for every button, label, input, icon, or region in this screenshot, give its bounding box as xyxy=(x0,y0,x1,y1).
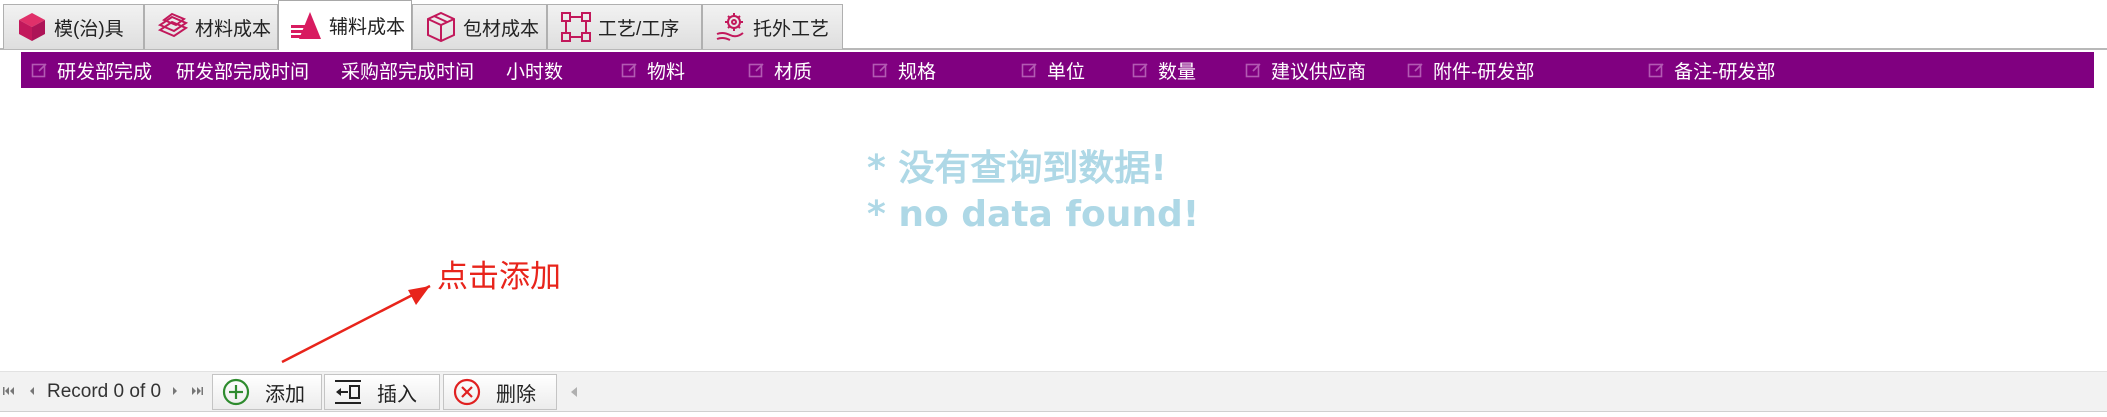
column-label: 建议供应商 xyxy=(1271,61,1367,83)
tab-label: 模(治)具 xyxy=(54,18,124,40)
first-record-icon xyxy=(3,387,14,395)
add-button[interactable]: 添加 xyxy=(212,374,322,410)
tab-packaging-cost[interactable]: 包材成本 xyxy=(412,4,547,49)
empty-message-line-cn: * 没有查询到数据! xyxy=(867,148,1167,189)
last-record-icon xyxy=(192,387,203,395)
edit-icon xyxy=(1021,61,1039,79)
column-header-quantity[interactable]: 数量 xyxy=(1132,52,1196,88)
edit-icon xyxy=(1245,61,1263,79)
add-button-label: 添加 xyxy=(265,383,305,406)
scroll-left-icon[interactable] xyxy=(568,384,580,400)
column-header-texture[interactable]: 材质 xyxy=(748,52,812,88)
edit-icon xyxy=(621,61,639,79)
column-label: 物料 xyxy=(647,61,686,83)
column-label: 材质 xyxy=(774,61,813,83)
bottom-divider xyxy=(0,411,2107,412)
column-header-attachment-rd[interactable]: 附件-研发部 xyxy=(1407,52,1534,88)
tab-label: 托外工艺 xyxy=(753,18,830,40)
column-header-purchase-complete-time[interactable]: 采购部完成时间 xyxy=(341,52,474,88)
edit-icon xyxy=(1132,61,1150,79)
edit-icon xyxy=(872,61,890,79)
empty-message-line-en: * no data found! xyxy=(867,194,1200,235)
column-header-rd-complete-time[interactable]: 研发部完成时间 xyxy=(176,52,309,88)
tab-auxiliary-cost[interactable]: 辅料成本 xyxy=(278,0,412,50)
column-label: 附件-研发部 xyxy=(1433,61,1535,83)
prev-record-button[interactable] xyxy=(25,380,39,402)
insert-row-icon xyxy=(333,377,363,407)
column-label: 单位 xyxy=(1047,61,1086,83)
tab-label: 材料成本 xyxy=(195,18,272,40)
column-label: 备注-研发部 xyxy=(1674,61,1776,83)
tab-mold-fixture[interactable]: 模(治)具 xyxy=(3,4,144,49)
column-label: 研发部完成 xyxy=(57,61,153,83)
tab-process[interactable]: 工艺/工序 xyxy=(547,4,702,49)
column-label: 小时数 xyxy=(506,61,564,83)
edit-icon xyxy=(748,61,766,79)
first-record-button[interactable] xyxy=(2,380,16,402)
tab-label: 包材成本 xyxy=(463,18,540,40)
insert-button-label: 插入 xyxy=(377,383,417,406)
edit-icon xyxy=(1648,61,1666,79)
empty-message: * 没有查询到数据! * no data found! xyxy=(867,146,1199,238)
last-record-button[interactable] xyxy=(190,380,204,402)
column-label: 规格 xyxy=(898,61,937,83)
column-label: 研发部完成时间 xyxy=(176,61,310,83)
column-header-remark-rd[interactable]: 备注-研发部 xyxy=(1648,52,1775,88)
annotation-label: 点击添加 xyxy=(437,259,561,295)
process-flow-icon xyxy=(558,9,594,45)
package-box-icon xyxy=(423,9,459,45)
column-header-hours[interactable]: 小时数 xyxy=(506,52,563,88)
tab-label: 工艺/工序 xyxy=(598,18,680,40)
tab-strip: 模(治)具 材料成本 辅料成本 包材成本 工艺/工序 托外工艺 xyxy=(0,0,2107,50)
delete-circle-x-icon xyxy=(452,377,482,407)
record-counter: Record 0 of 0 xyxy=(47,381,162,402)
delete-button[interactable]: 删除 xyxy=(443,374,557,410)
delete-button-label: 删除 xyxy=(496,383,536,406)
annotation-arrow-icon xyxy=(281,284,431,364)
column-header-suggested-supplier[interactable]: 建议供应商 xyxy=(1245,52,1366,88)
cube-icon xyxy=(14,9,50,45)
edit-icon xyxy=(1407,61,1425,79)
column-header-rd-complete[interactable]: 研发部完成 xyxy=(31,52,152,88)
column-header-unit[interactable]: 单位 xyxy=(1021,52,1085,88)
tab-label: 辅料成本 xyxy=(329,17,406,38)
insert-button[interactable]: 插入 xyxy=(324,374,440,410)
outsourcing-gear-icon xyxy=(713,9,749,45)
column-label: 采购部完成时间 xyxy=(341,61,475,83)
record-navigator: Record 0 of 0 添加 插入 删除 xyxy=(0,371,2107,411)
tab-outsourcing-process[interactable]: 托外工艺 xyxy=(702,4,843,49)
next-record-button[interactable] xyxy=(168,380,182,402)
column-label: 数量 xyxy=(1158,61,1197,83)
add-circle-icon xyxy=(221,377,251,407)
prev-record-icon xyxy=(30,387,34,395)
edit-icon xyxy=(31,61,49,79)
tab-material-cost[interactable]: 材料成本 xyxy=(144,4,278,49)
stacked-sheets-icon xyxy=(155,9,191,45)
next-record-icon xyxy=(173,387,177,395)
cone-lines-icon xyxy=(289,8,325,44)
grid-header: 研发部完成 研发部完成时间 采购部完成时间 小时数 物料 材质 规格 单位 数量… xyxy=(21,52,2094,88)
column-header-material[interactable]: 物料 xyxy=(621,52,685,88)
column-header-spec[interactable]: 规格 xyxy=(872,52,936,88)
